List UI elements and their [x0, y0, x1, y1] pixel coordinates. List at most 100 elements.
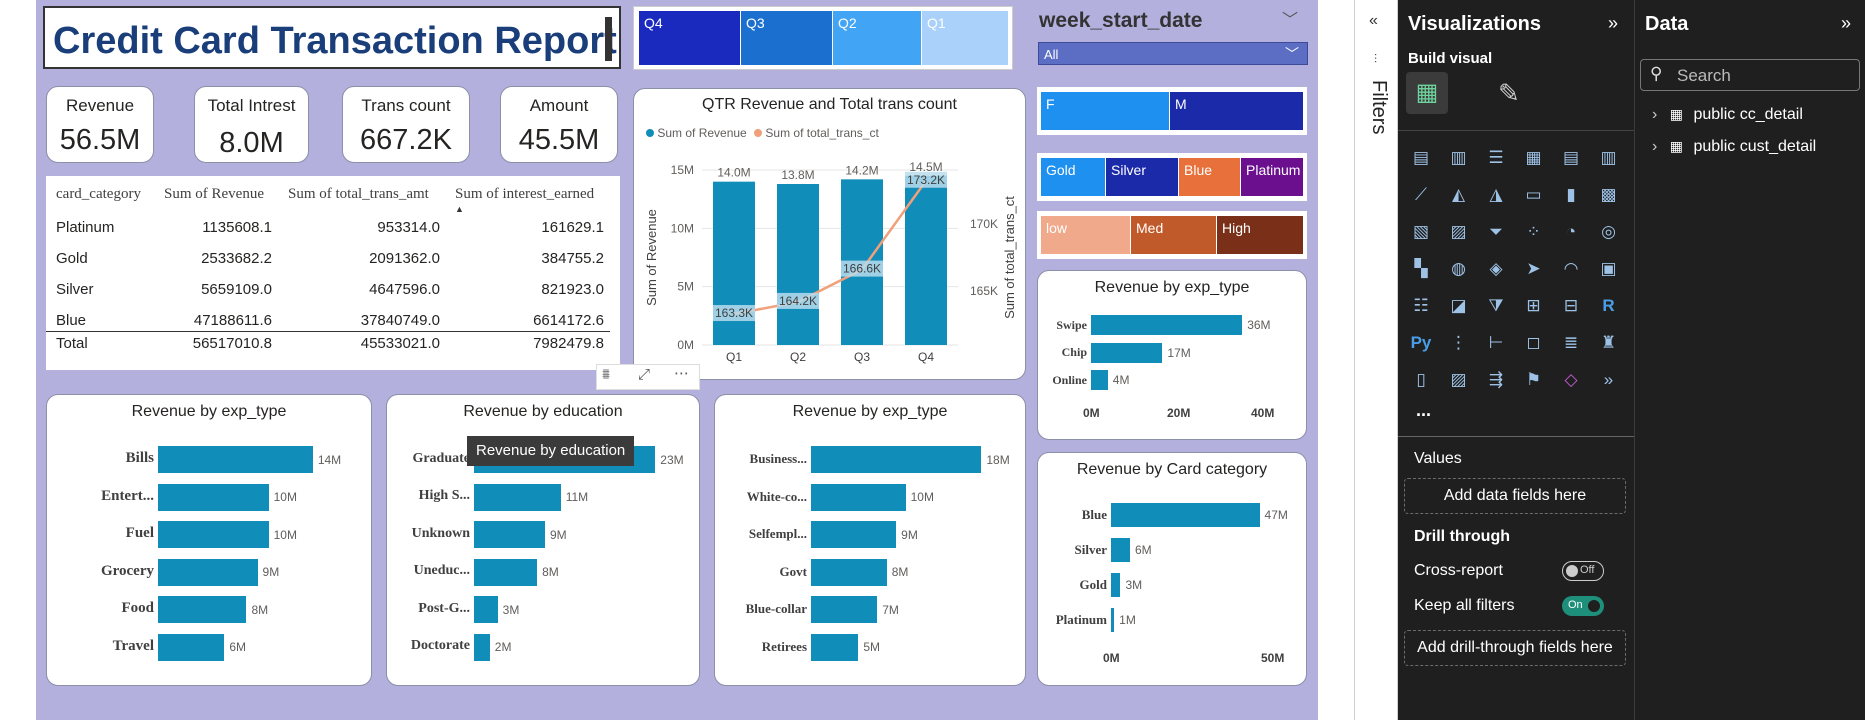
values-well[interactable]: Add data fields here — [1404, 478, 1626, 514]
expand-chevron-icon[interactable]: » — [1608, 13, 1618, 34]
100-bar-icon[interactable]: ▤ — [1558, 145, 1584, 171]
more-options-icon[interactable]: ⋯ — [674, 364, 689, 382]
diamond-icon[interactable]: ◇ — [1558, 367, 1584, 393]
slicer-chip-f[interactable]: F — [1041, 92, 1169, 130]
slicer-chip-q4[interactable]: Q4 — [639, 11, 740, 65]
slicer-chip-high[interactable]: High — [1217, 216, 1303, 254]
kpi-card-amount[interactable]: Amount 45.5M — [500, 86, 618, 163]
expand-chevron-icon: › — [1652, 106, 1658, 123]
search-icon: ⚲ — [1650, 64, 1663, 83]
search-box[interactable]: ⚲ Search — [1640, 59, 1860, 91]
slicer-chip-gold[interactable]: Gold — [1041, 158, 1105, 196]
slicer-chip-blue[interactable]: Blue — [1179, 158, 1240, 196]
quarter-slicer[interactable]: Q4 Q3 Q2 Q1 — [633, 6, 1013, 70]
100-column-icon[interactable]: ▥ — [1596, 145, 1622, 171]
slicer-icon[interactable]: ⧩ — [1483, 293, 1509, 319]
slicer-chip-silver[interactable]: Silver — [1106, 158, 1178, 196]
keep-filters-toggle[interactable]: On — [1562, 596, 1604, 616]
python-visual-icon[interactable]: Py — [1408, 330, 1434, 356]
kpi-icon[interactable]: ◪ — [1446, 293, 1472, 319]
decomposition-tree-icon[interactable]: ⊢ — [1483, 330, 1509, 356]
stacked-area-icon[interactable]: ◮ — [1483, 182, 1509, 208]
collapse-chevron-icon[interactable]: « — [1369, 12, 1378, 30]
ribbon-chart-icon[interactable]: ▭ — [1521, 182, 1547, 208]
bar-value-label: 1M — [1119, 613, 1136, 627]
kpi-value: 56.5M — [59, 124, 141, 156]
card-icon[interactable]: ▣ — [1596, 256, 1622, 282]
pie-chart-icon[interactable]: ◔ — [1558, 219, 1584, 245]
chevrons-icon[interactable]: » — [1596, 367, 1622, 393]
slicer-chip-m[interactable]: M — [1170, 92, 1303, 130]
card-slicer[interactable]: Gold Silver Blue Platinum — [1037, 153, 1307, 201]
column-line-icon[interactable]: ▨ — [1446, 219, 1472, 245]
line-chart-icon[interactable]: ⟋ — [1408, 182, 1434, 208]
matrix-icon[interactable]: ⊟ — [1558, 293, 1584, 319]
filled-map-icon[interactable]: ◈ — [1483, 256, 1509, 282]
cross-report-toggle[interactable]: Off — [1562, 561, 1604, 581]
line-column-icon[interactable]: ▩ — [1596, 182, 1622, 208]
gender-slicer[interactable]: F M — [1037, 87, 1307, 135]
slicer-chip-q2[interactable]: Q2 — [833, 11, 921, 65]
donut-chart-icon[interactable]: ◎ — [1596, 219, 1622, 245]
more-visuals-icon[interactable]: ... — [1416, 400, 1431, 421]
chevron-down-icon[interactable]: ﹀ — [1282, 6, 1298, 30]
table-header[interactable]: card_category — [56, 186, 141, 203]
data-table-item[interactable]: › ▦ public cc_detail — [1652, 106, 1803, 124]
bar-value-label: 36M — [1247, 318, 1271, 332]
key-influencers-icon[interactable]: ⋮ — [1446, 330, 1472, 356]
power-apps-icon[interactable]: ▨ — [1446, 367, 1472, 393]
toggle-knob — [1566, 565, 1578, 577]
stacked-bar-icon[interactable]: ▤ — [1408, 145, 1434, 171]
slicer-chip-med[interactable]: Med — [1131, 216, 1216, 254]
slicer-chip-low[interactable]: low — [1041, 216, 1130, 254]
filters-pane[interactable]: « ⫶ Filters — [1354, 0, 1398, 720]
kpi-card-trans-count[interactable]: Trans count 667.2K — [342, 86, 470, 163]
clustered-bar-icon[interactable]: ☰ — [1483, 145, 1509, 171]
report-title-box[interactable]: Credit Card Transaction Report — [43, 6, 621, 69]
sort-desc-icon[interactable]: ▲ — [455, 204, 464, 214]
bar-value-label: 6M — [1134, 543, 1152, 557]
format-visual-tab-icon[interactable]: ✎ — [1498, 78, 1520, 109]
paginated-report-icon[interactable]: ▯ — [1408, 367, 1434, 393]
arcgis-icon[interactable]: ⚑ — [1521, 367, 1547, 393]
table-header[interactable]: Sum of total_trans_amt — [288, 186, 429, 203]
income-slicer[interactable]: low Med High — [1037, 211, 1307, 259]
build-visual-tab-icon[interactable]: ▦ — [1406, 72, 1448, 114]
table-header[interactable]: Sum of Revenue — [164, 186, 264, 203]
map-icon[interactable]: ◍ — [1446, 256, 1472, 282]
kpi-card-revenue[interactable]: Revenue 56.5M — [46, 86, 154, 163]
y-tick-label: 0M — [677, 338, 694, 352]
stacked-column-icon[interactable]: ▥ — [1446, 145, 1472, 171]
power-automate-icon[interactable]: ⇶ — [1483, 367, 1509, 393]
bar — [158, 521, 269, 548]
line-stacked-icon[interactable]: ▧ — [1408, 219, 1434, 245]
kpi-card-interest[interactable]: Total Intrest 8.0M — [194, 86, 309, 163]
week-slicer-dropdown[interactable]: All ﹀ — [1038, 42, 1308, 65]
table-header[interactable]: Sum of interest_earned — [455, 186, 594, 203]
slicer-chip-q3[interactable]: Q3 — [741, 11, 832, 65]
focus-mode-icon[interactable]: ⤢ — [638, 366, 650, 383]
goals-icon[interactable]: ♜ — [1596, 330, 1622, 356]
table-icon[interactable]: ⊞ — [1521, 293, 1547, 319]
drill-through-well[interactable]: Add drill-through fields here — [1404, 630, 1626, 666]
azure-map-icon[interactable]: ➤ — [1521, 256, 1547, 282]
scatter-icon[interactable]: ⁘ — [1521, 219, 1547, 245]
clustered-column-icon[interactable]: ▦ — [1521, 145, 1547, 171]
funnel-icon[interactable]: ⏷ — [1483, 219, 1509, 245]
bar — [811, 446, 982, 473]
filter-small-icon: ⫶ — [1374, 52, 1378, 66]
slicer-chip-q1[interactable]: Q1 — [922, 11, 1008, 65]
gauge-icon[interactable]: ◠ — [1558, 256, 1584, 282]
r-visual-icon[interactable]: R — [1596, 293, 1622, 319]
qa-icon[interactable]: ◻ — [1521, 330, 1547, 356]
multirow-card-icon[interactable]: ☷ — [1408, 293, 1434, 319]
filter-icon[interactable]: ⩩ — [602, 366, 610, 383]
kpi-label: Total Intrest — [207, 96, 296, 115]
area-chart-icon[interactable]: ◭ — [1446, 182, 1472, 208]
narrative-icon[interactable]: ≣ — [1558, 330, 1584, 356]
expand-chevron-icon[interactable]: » — [1841, 13, 1851, 34]
slicer-chip-platinum[interactable]: Platinum — [1241, 158, 1303, 196]
waterfall-icon[interactable]: ▮ — [1558, 182, 1584, 208]
treemap-icon[interactable]: ▚ — [1408, 256, 1434, 282]
data-table-item[interactable]: › ▦ public cust_detail — [1652, 138, 1816, 156]
